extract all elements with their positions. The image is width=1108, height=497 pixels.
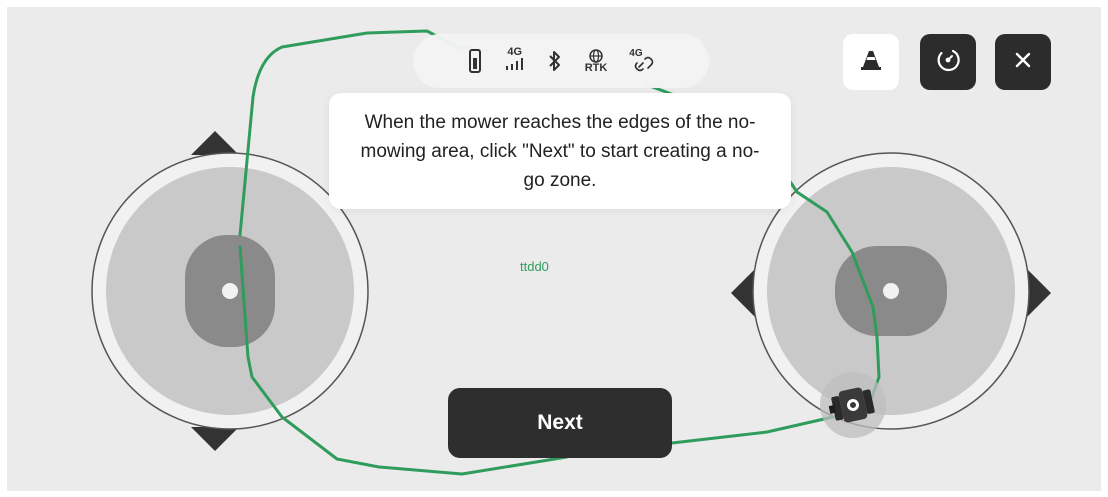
next-button[interactable]: Next bbox=[448, 388, 672, 458]
joystick-arrow-down-icon[interactable] bbox=[191, 427, 239, 451]
joystick-arrow-right-icon[interactable] bbox=[1027, 269, 1051, 317]
close-button[interactable] bbox=[995, 34, 1051, 90]
instruction-text: When the mower reaches the edges of the … bbox=[360, 111, 760, 191]
rtk-label: RTK bbox=[584, 62, 608, 74]
status-bar: 4G RTK 4G bbox=[413, 34, 709, 88]
link-4g-icon: 4G bbox=[629, 49, 655, 73]
cellular-4g-icon: 4G bbox=[505, 47, 525, 75]
joystick-arrow-up-icon[interactable] bbox=[191, 131, 239, 155]
battery-icon bbox=[467, 49, 483, 73]
left-joystick[interactable] bbox=[91, 131, 369, 451]
recenter-icon bbox=[935, 47, 961, 78]
recenter-button[interactable] bbox=[920, 34, 976, 90]
traffic-cone-icon bbox=[861, 49, 881, 76]
obstacle-cone-button[interactable] bbox=[843, 34, 899, 90]
joystick-center-dot bbox=[222, 283, 238, 299]
joystick-center-dot bbox=[883, 283, 899, 299]
cellular-label: 4G bbox=[507, 46, 523, 58]
map-area-label: ttdd0 bbox=[520, 259, 549, 274]
mower-marker bbox=[820, 372, 886, 438]
rtk-icon: RTK bbox=[584, 49, 608, 74]
instruction-tooltip: When the mower reaches the edges of the … bbox=[329, 93, 791, 209]
mowing-map-screen: 4G RTK 4G When the mower reaches the edg… bbox=[7, 7, 1101, 491]
bluetooth-icon bbox=[547, 50, 563, 72]
close-icon bbox=[1014, 51, 1032, 74]
joystick-arrow-left-icon[interactable] bbox=[731, 269, 755, 317]
